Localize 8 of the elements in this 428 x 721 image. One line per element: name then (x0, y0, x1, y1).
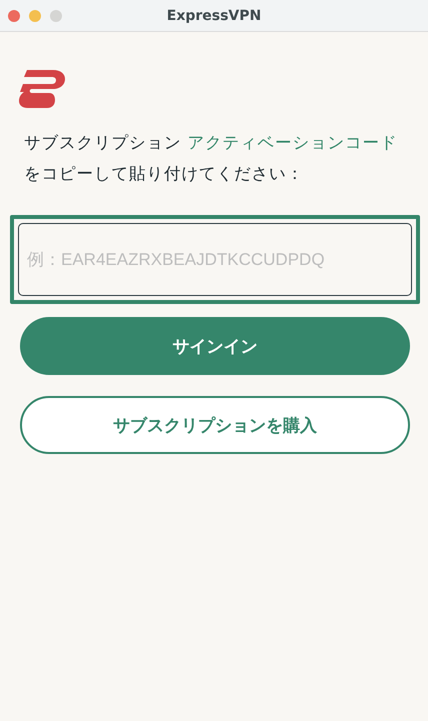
purchase-button[interactable]: サブスクリプションを購入 (20, 396, 410, 454)
window-title: ExpressVPN (166, 8, 262, 24)
instruction-text: サブスクリプション アクティベーションコード をコピーして貼り付けてください： (24, 132, 398, 185)
sign-in-button[interactable]: サインイン (20, 317, 410, 375)
code-field[interactable]: 例：EAR4EAZRXBEAJDTKCCUDPDQ (18, 223, 412, 296)
close-button[interactable] (8, 10, 20, 22)
minimize-button[interactable] (29, 10, 41, 22)
logo-icon (19, 70, 65, 108)
